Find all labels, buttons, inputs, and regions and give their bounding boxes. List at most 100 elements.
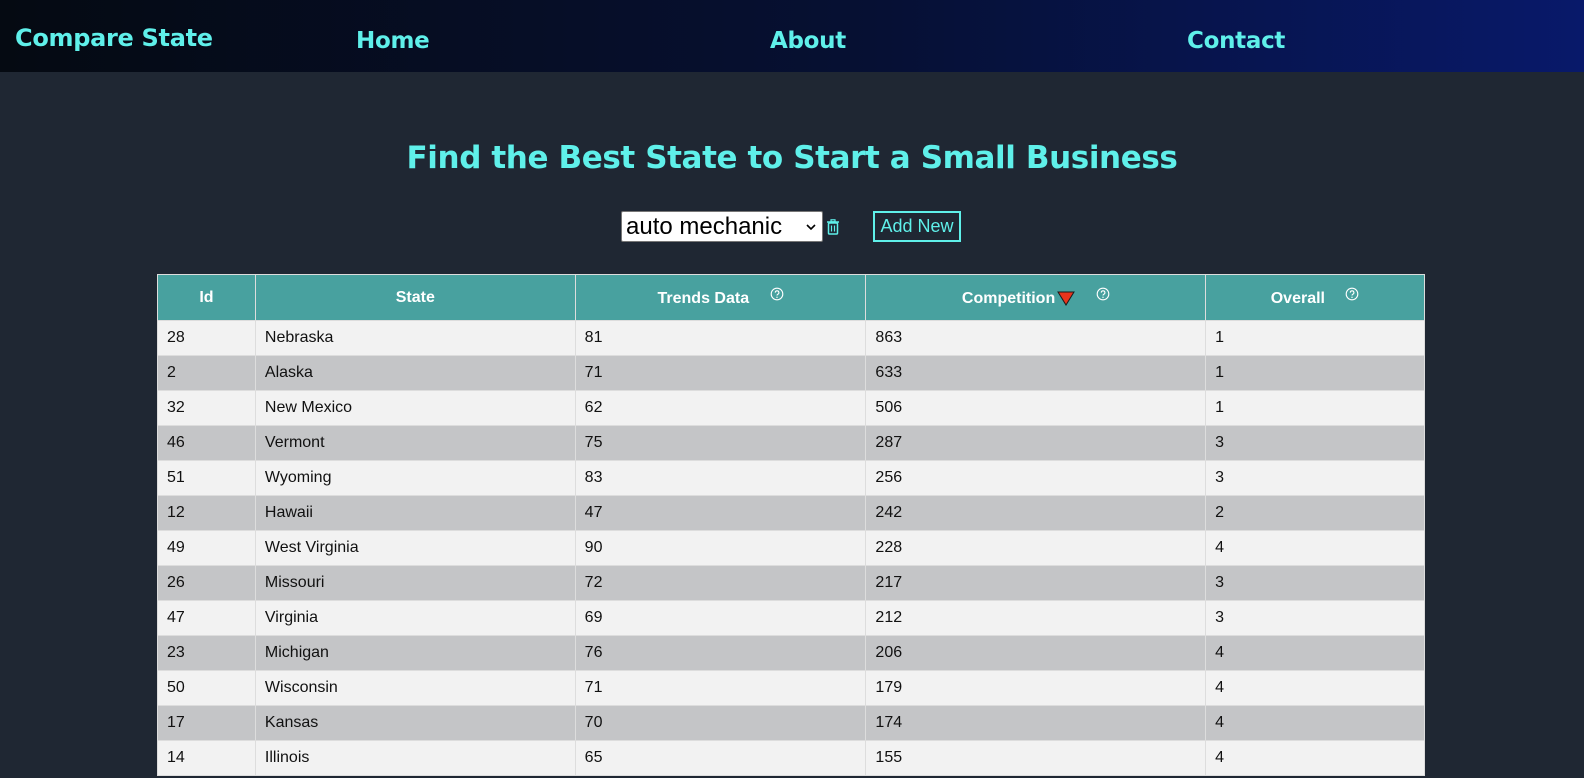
cell-overall: 1 [1205,355,1425,391]
states-table: Id State Trends Data Competition Overall… [157,274,1425,776]
cell-trends: 71 [574,355,867,391]
table-row[interactable]: 46 Vermont 75 287 3 [157,425,1425,461]
cell-competition: 206 [865,635,1207,671]
chevron-down-icon [806,224,816,231]
table-row[interactable]: 12 Hawaii 47 242 2 [157,495,1425,531]
nav-home-link[interactable]: Home [356,28,430,54]
cell-overall: 2 [1205,495,1425,531]
cell-state: Virginia [254,600,576,636]
cell-overall: 1 [1205,390,1425,426]
cell-trends: 62 [574,390,867,426]
cell-overall: 4 [1205,530,1425,566]
cell-competition: 217 [865,565,1207,601]
cell-id: 28 [157,320,256,356]
table-row[interactable]: 49 West Virginia 90 228 4 [157,530,1425,566]
cell-trends: 83 [574,460,867,496]
business-type-selected-value: auto mechanic [626,213,783,240]
navbar: Compare State Home About Contact [0,0,1584,72]
cell-trends: 69 [574,600,867,636]
help-circle-icon[interactable] [1345,287,1359,301]
nav-about-link[interactable]: About [770,28,846,54]
cell-state: West Virginia [254,530,576,566]
column-header-id-label: Id [199,288,214,306]
cell-overall: 4 [1205,705,1425,741]
cell-competition: 179 [865,670,1207,706]
cell-trends: 75 [574,425,867,461]
cell-state: Hawaii [254,495,576,531]
cell-state: New Mexico [254,390,576,426]
cell-state: Wisconsin [254,670,576,706]
cell-state: Kansas [254,705,576,741]
cell-overall: 3 [1205,565,1425,601]
cell-competition: 155 [865,740,1207,776]
column-header-trends[interactable]: Trends Data [574,274,867,321]
column-header-id[interactable]: Id [157,274,256,321]
cell-overall: 1 [1205,320,1425,356]
cell-competition: 228 [865,530,1207,566]
table-row[interactable]: 23 Michigan 76 206 4 [157,635,1425,671]
column-header-competition[interactable]: Competition [865,274,1207,321]
cell-id: 51 [157,460,256,496]
business-type-select[interactable]: auto mechanic [621,211,823,242]
add-new-button[interactable]: Add New [873,211,961,242]
help-circle-icon[interactable] [1096,287,1110,301]
cell-trends: 65 [574,740,867,776]
cell-competition: 174 [865,705,1207,741]
cell-competition: 256 [865,460,1207,496]
cell-trends: 47 [574,495,867,531]
page-title: Find the Best State to Start a Small Bus… [406,140,1178,176]
cell-id: 17 [157,705,256,741]
cell-competition: 863 [865,320,1207,356]
sort-descending-icon[interactable] [1057,290,1076,306]
column-header-overall-label: Overall [1270,290,1325,307]
column-header-state[interactable]: State [254,274,576,321]
cell-overall: 3 [1205,600,1425,636]
cell-overall: 4 [1205,740,1425,776]
column-header-overall[interactable]: Overall [1205,274,1425,321]
table-row[interactable]: 51 Wyoming 83 256 3 [157,460,1425,496]
nav-contact-link[interactable]: Contact [1187,28,1285,54]
cell-trends: 81 [574,320,867,356]
cell-id: 23 [157,635,256,671]
column-header-state-label: State [395,288,435,306]
cell-competition: 506 [865,390,1207,426]
cell-state: Vermont [254,425,576,461]
cell-id: 32 [157,390,256,426]
cell-overall: 3 [1205,425,1425,461]
cell-trends: 72 [574,565,867,601]
table-row[interactable]: 2 Alaska 71 633 1 [157,355,1425,391]
cell-id: 14 [157,740,256,776]
table-row[interactable]: 14 Illinois 65 155 4 [157,740,1425,776]
column-header-trends-label: Trends Data [657,290,750,307]
cell-trends: 90 [574,530,867,566]
cell-state: Nebraska [254,320,576,356]
cell-id: 26 [157,565,256,601]
table-row[interactable]: 50 Wisconsin 71 179 4 [157,670,1425,706]
table-row[interactable]: 26 Missouri 72 217 3 [157,565,1425,601]
cell-id: 49 [157,530,256,566]
cell-overall: 3 [1205,460,1425,496]
cell-id: 12 [157,495,256,531]
table-row[interactable]: 17 Kansas 70 174 4 [157,705,1425,741]
cell-state: Missouri [254,565,576,601]
trash-icon[interactable] [826,219,840,235]
cell-id: 50 [157,670,256,706]
cell-competition: 212 [865,600,1207,636]
cell-id: 2 [157,355,256,391]
table-row[interactable]: 32 New Mexico 62 506 1 [157,390,1425,426]
cell-overall: 4 [1205,635,1425,671]
cell-state: Illinois [254,740,576,776]
cell-overall: 4 [1205,670,1425,706]
cell-state: Wyoming [254,460,576,496]
cell-state: Alaska [254,355,576,391]
table-row[interactable]: 47 Virginia 69 212 3 [157,600,1425,636]
cell-id: 47 [157,600,256,636]
table-row[interactable]: 28 Nebraska 81 863 1 [157,320,1425,356]
cell-competition: 633 [865,355,1207,391]
cell-competition: 242 [865,495,1207,531]
cell-state: Michigan [254,635,576,671]
brand-logo-link[interactable]: Compare State [15,24,213,52]
table-header-row: Id State Trends Data Competition Overall [157,274,1425,321]
cell-trends: 70 [574,705,867,741]
help-circle-icon[interactable] [770,287,784,301]
